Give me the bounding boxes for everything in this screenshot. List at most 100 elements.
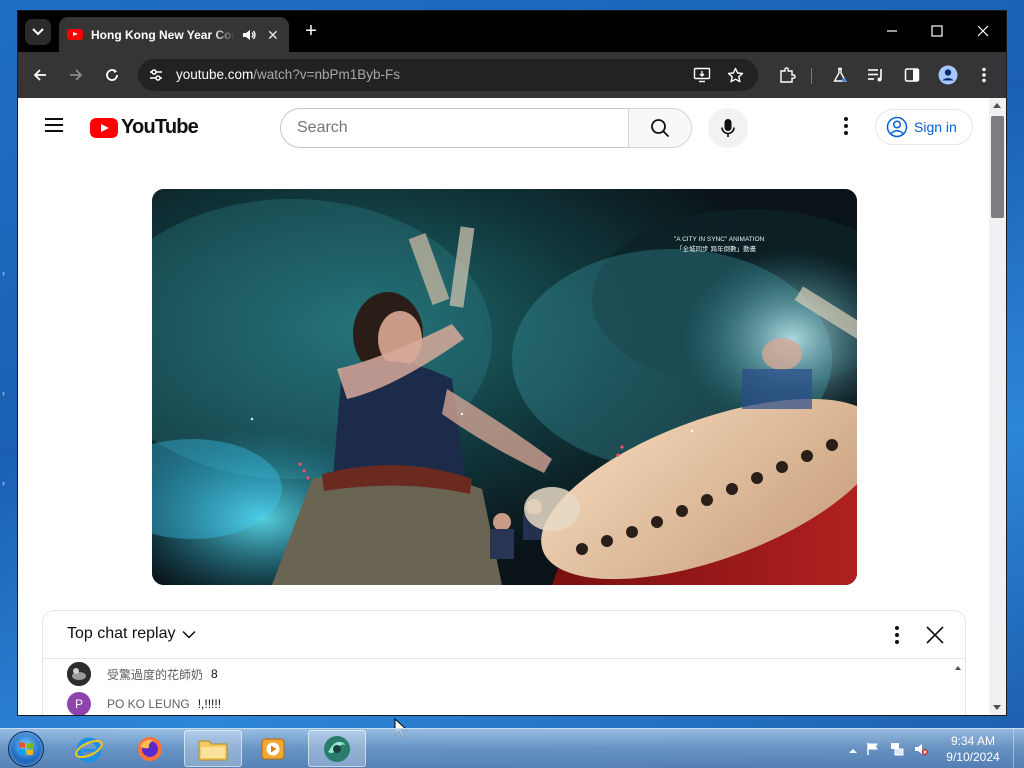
- flag-icon[interactable]: [866, 742, 880, 756]
- tab-search-button[interactable]: [25, 19, 51, 45]
- chat-author[interactable]: 受驚過度的花師奶: [107, 666, 203, 683]
- chat-title: Top chat replay: [67, 625, 176, 642]
- tab-title: Hong Kong New Year Countdown: [91, 27, 235, 42]
- video-frame: "A CITY IN SYNC" ANIMATION 「全城同步 跨年倒數」動畫: [152, 189, 857, 585]
- close-window-button[interactable]: [973, 21, 993, 41]
- show-hidden-icons-icon[interactable]: [846, 744, 860, 758]
- labs-button[interactable]: [830, 65, 850, 85]
- taskbar-internet-explorer[interactable]: [60, 730, 118, 767]
- firefox-icon: [138, 736, 162, 761]
- extensions-button[interactable]: [777, 65, 797, 85]
- youtube-logo-icon: [90, 117, 118, 138]
- scroll-up-arrow[interactable]: [993, 103, 1001, 108]
- forward-icon: [70, 69, 83, 81]
- search-button[interactable]: [628, 108, 692, 148]
- network-icon[interactable]: [890, 742, 904, 756]
- menu-icon: [982, 67, 986, 83]
- site-info-icon[interactable]: [148, 67, 164, 83]
- browser-tab-active[interactable]: Hong Kong New Year Countdown ✕: [59, 17, 289, 52]
- close-icon: [977, 25, 989, 37]
- file-explorer-icon: [198, 740, 228, 760]
- url-text: youtube.com/watch?v=nbPm1Byb-Fs: [176, 67, 400, 82]
- voice-search-button[interactable]: [708, 108, 748, 148]
- clock-date: 9/10/2024: [946, 750, 1000, 764]
- avatar-letter: P: [74, 697, 83, 711]
- browser-titlebar: Hong Kong New Year Countdown ✕ +: [18, 11, 1006, 52]
- reload-button[interactable]: [102, 65, 122, 85]
- scroll-down-arrow[interactable]: [993, 705, 1001, 710]
- chat-text: !,!!!!!: [197, 697, 222, 711]
- bookmark-button[interactable]: [726, 66, 744, 84]
- media-control-icon: [868, 69, 882, 82]
- minimize-button[interactable]: [882, 21, 902, 41]
- account-icon: [886, 116, 908, 138]
- scroll-thumb[interactable]: [991, 116, 1004, 218]
- avatar-photo-icon: [67, 662, 91, 686]
- show-desktop-button[interactable]: [1013, 729, 1024, 768]
- system-clock[interactable]: 9:34 AM 9/10/2024: [940, 733, 1006, 765]
- chat-scroll-up-arrow[interactable]: [955, 666, 961, 670]
- search-input[interactable]: [280, 108, 628, 148]
- chat-message: 受驚過度的花師奶 8: [67, 661, 218, 687]
- mic-icon: [721, 119, 735, 137]
- tab-close-icon[interactable]: ✕: [267, 28, 281, 42]
- taskbar-file-explorer[interactable]: [184, 730, 242, 767]
- back-button[interactable]: [30, 65, 50, 85]
- sign-in-label: Sign in: [914, 119, 957, 135]
- app-icon: [324, 735, 350, 762]
- windows-taskbar: 9:34 AM 9/10/2024: [0, 728, 1024, 768]
- chat-mode-dropdown[interactable]: Top chat replay: [67, 625, 196, 643]
- new-tab-icon[interactable]: +: [301, 21, 321, 41]
- bookmark-star-icon: [727, 67, 743, 82]
- chat-author[interactable]: PO KO LEUNG: [107, 697, 190, 711]
- back-icon: [33, 69, 46, 81]
- video-player[interactable]: "A CITY IN SYNC" ANIMATION 「全城同步 跨年倒數」動畫: [152, 189, 857, 585]
- audio-icon[interactable]: [241, 27, 257, 43]
- sign-in-button[interactable]: Sign in: [875, 109, 973, 145]
- video-overlay-text-zh: 「全城同步 跨年倒數」動畫: [676, 244, 757, 253]
- video-overlay-text-en: "A CITY IN SYNC" ANIMATION: [674, 236, 765, 243]
- extensions-icon: [780, 67, 796, 83]
- chat-avatar: [67, 662, 91, 686]
- hamburger-icon[interactable]: [45, 118, 63, 132]
- browser-menu-button[interactable]: [974, 65, 994, 85]
- desktop-edge-mark: ›: [2, 388, 5, 398]
- taskbar-active-app[interactable]: [308, 730, 366, 767]
- reload-icon: [106, 69, 118, 81]
- maximize-button[interactable]: [927, 21, 947, 41]
- desktop-edge-mark: ›: [2, 268, 5, 278]
- windows-start-icon: [19, 742, 33, 755]
- taskbar-media-player[interactable]: [244, 730, 302, 767]
- page-scrollbar[interactable]: [989, 98, 1006, 715]
- labs-icon: [833, 67, 847, 82]
- youtube-logo[interactable]: YouTube: [90, 116, 199, 139]
- install-app-button[interactable]: [693, 66, 711, 84]
- youtube-favicon-icon: [67, 29, 83, 40]
- youtube-logo-text: YouTube: [121, 116, 199, 138]
- volume-muted-icon[interactable]: [914, 742, 928, 756]
- search-icon: [651, 119, 670, 138]
- tab-search-icon: [32, 28, 44, 36]
- forward-button[interactable]: [66, 65, 86, 85]
- more-icon[interactable]: [836, 115, 856, 137]
- chat-close-icon[interactable]: [925, 625, 945, 645]
- chat-text: 8: [211, 667, 218, 681]
- taskbar-firefox[interactable]: [121, 730, 179, 767]
- youtube-masthead: YouTube Sign in: [18, 98, 990, 154]
- profile-button[interactable]: [938, 65, 958, 85]
- maximize-icon: [931, 25, 943, 37]
- clock-time: 9:34 AM: [950, 734, 996, 748]
- internet-explorer-icon: [75, 737, 103, 762]
- media-control-button[interactable]: [866, 65, 886, 85]
- start-button[interactable]: [8, 731, 44, 767]
- minimize-icon: [887, 30, 897, 32]
- search-box: [280, 108, 692, 148]
- address-bar[interactable]: youtube.com/watch?v=nbPm1Byb-Fs: [138, 59, 758, 91]
- install-app-icon: [693, 67, 711, 83]
- side-panel-button[interactable]: [902, 65, 922, 85]
- chat-header: Top chat replay: [43, 611, 965, 659]
- desktop-edge-mark: ›: [2, 478, 5, 488]
- chat-more-icon[interactable]: [887, 624, 907, 646]
- youtube-page: YouTube Sign in: [18, 98, 990, 715]
- profile-icon: [938, 65, 958, 85]
